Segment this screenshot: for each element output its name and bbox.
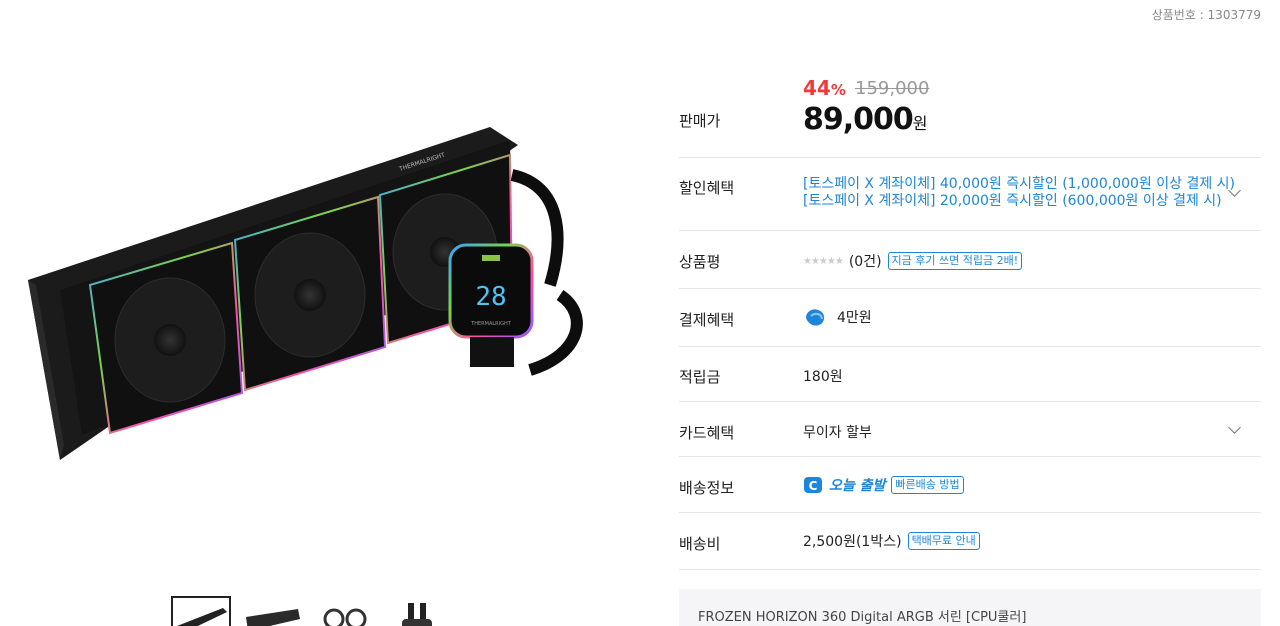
thumbnail-4[interactable] bbox=[387, 596, 447, 626]
chevron-down-icon[interactable] bbox=[1228, 421, 1241, 434]
product-image[interactable]: 28 THERMALRIGHT THERMALRIGHT bbox=[20, 115, 620, 465]
card-benefit-label: 카드혜택 bbox=[679, 424, 735, 442]
shipping-fee-value: 2,500원(1박스) bbox=[803, 534, 902, 550]
payment-benefit-row: 결제혜택 4만원 bbox=[679, 289, 1261, 347]
discount-benefit-list: [토스페이 X 계좌이체] 40,000원 즉시할인 (1,000,000원 이… bbox=[803, 176, 1235, 210]
card-benefit-row[interactable]: 카드혜택 무이자 할부 bbox=[679, 402, 1261, 457]
thumbnail-2[interactable] bbox=[243, 596, 303, 626]
price-label: 판매가 bbox=[679, 112, 721, 130]
shipping-label: 배송정보 bbox=[679, 479, 735, 497]
pump-brand-text: THERMALRIGHT bbox=[470, 321, 512, 327]
promo-line: [토스페이 X 계좌이체] 20,000원 즉시할인 (600,000원 이상 … bbox=[803, 193, 1222, 209]
shipping-fee-row: 배송비 2,500원(1박스) 택배무료 안내 bbox=[679, 513, 1261, 570]
fast-delivery-icon: C bbox=[804, 477, 822, 493]
sale-price: 89,000원 bbox=[803, 102, 928, 137]
selected-option[interactable]: FROZEN HORIZON 360 Digital ARGB 서린 [CPU쿨… bbox=[679, 589, 1261, 626]
aio-cooler-illustration: 28 THERMALRIGHT THERMALRIGHT bbox=[28, 127, 583, 460]
payment-benefit-value: 4만원 bbox=[837, 310, 872, 326]
lcd-reading: 28 bbox=[475, 282, 506, 312]
price-row: 44% 159,000 판매가 89,000원 bbox=[679, 70, 1261, 158]
toss-pay-icon bbox=[806, 309, 825, 326]
discount-benefit-row[interactable]: 할인혜택 [토스페이 X 계좌이체] 40,000원 즉시할인 (1,000,0… bbox=[679, 158, 1261, 231]
thumbnail-1[interactable] bbox=[171, 596, 231, 626]
payment-benefit-label: 결제혜택 bbox=[679, 311, 735, 329]
rating-stars-icon: ★★★★★ bbox=[803, 255, 844, 267]
shipping-row: 배송정보 C 오늘 출발 빠른배송 방법 bbox=[679, 457, 1261, 513]
shipping-fee-label: 배송비 bbox=[679, 535, 721, 553]
review-row: 상품평 ★★★★★ (0건) 지금 후기 쓰면 적립금 2배! bbox=[679, 231, 1261, 289]
points-row: 적립금 180원 bbox=[679, 347, 1261, 402]
svg-text:C: C bbox=[809, 479, 818, 493]
review-count: (0건) bbox=[848, 254, 882, 270]
original-price: 159,000 bbox=[855, 78, 930, 99]
option-name: FROZEN HORIZON 360 Digital ARGB 서린 [CPU쿨… bbox=[698, 610, 1027, 625]
review-label: 상품평 bbox=[679, 253, 721, 271]
product-info: 44% 159,000 판매가 89,000원 할인혜택 [토스페이 X 계좌이… bbox=[679, 70, 1261, 570]
product-detail-page: 상품번호 : 1303779 28 THERMALRIGHT THERMALRI… bbox=[0, 0, 1280, 626]
card-benefit-value: 무이자 할부 bbox=[803, 425, 872, 441]
fast-delivery-tag[interactable]: 빠른배송 방법 bbox=[891, 476, 964, 494]
thumbnail-strip bbox=[171, 596, 447, 626]
discount-rate: 44% bbox=[803, 76, 846, 100]
pump-block: 28 THERMALRIGHT bbox=[448, 243, 534, 367]
today-departure: 오늘 출발 bbox=[829, 478, 886, 494]
discount-benefit-label: 할인혜택 bbox=[679, 179, 735, 197]
promo-line: [토스페이 X 계좌이체] 40,000원 즉시할인 (1,000,000원 이… bbox=[803, 176, 1235, 192]
review-reward-tag[interactable]: 지금 후기 쓰면 적립금 2배! bbox=[887, 252, 1023, 270]
free-shipping-tag[interactable]: 택배무료 안내 bbox=[907, 532, 980, 550]
points-value: 180원 bbox=[803, 369, 843, 385]
product-number: 상품번호 : 1303779 bbox=[1151, 8, 1261, 22]
thumbnail-3[interactable] bbox=[315, 596, 375, 626]
points-label: 적립금 bbox=[679, 368, 721, 386]
